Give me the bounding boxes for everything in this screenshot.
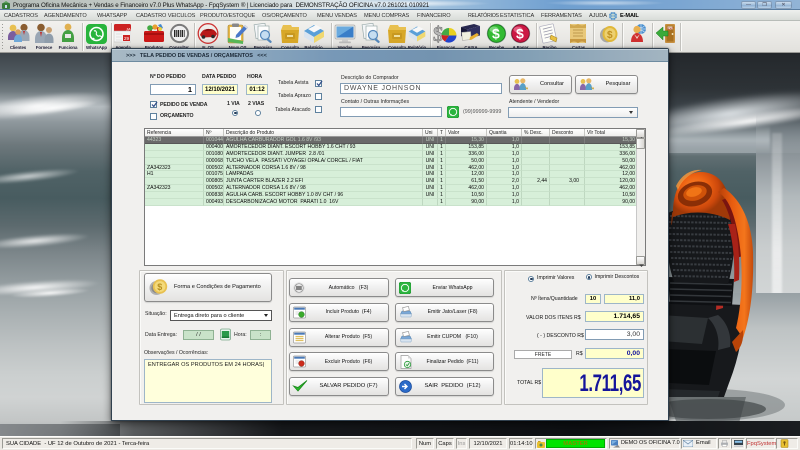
svg-text:$: $ bbox=[157, 282, 162, 292]
svg-text:$: $ bbox=[492, 26, 500, 42]
svg-text:EXIT: EXIT bbox=[668, 26, 675, 30]
svg-text:$: $ bbox=[516, 26, 524, 42]
svg-text:29: 29 bbox=[124, 36, 130, 41]
svg-text:JAN: JAN bbox=[126, 27, 131, 32]
svg-text:$: $ bbox=[607, 30, 613, 41]
